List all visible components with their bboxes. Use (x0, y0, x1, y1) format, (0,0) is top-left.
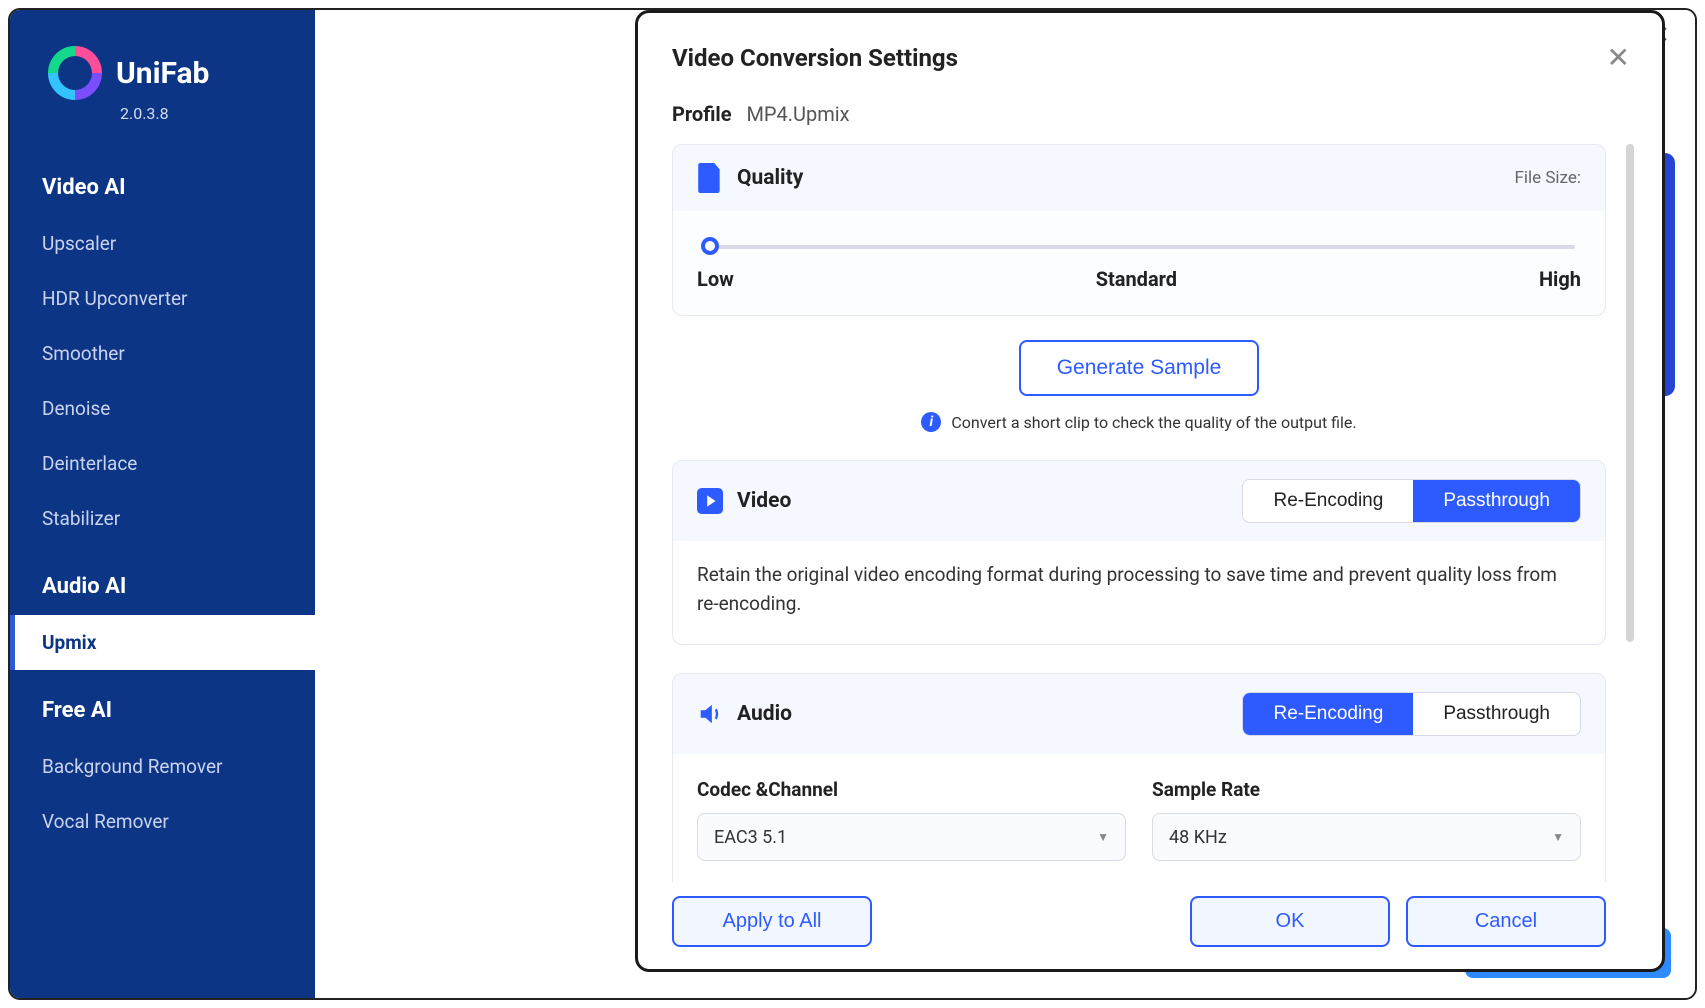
app-logo-icon (48, 46, 102, 100)
sidebar-item-upscaler[interactable]: Upscaler (10, 216, 315, 271)
app-version: 2.0.3.8 (10, 104, 315, 147)
sidebar: UniFab 2.0.3.8 Video AI Upscaler HDR Upc… (10, 10, 315, 998)
sidebar-item-background-remover[interactable]: Background Remover (10, 739, 315, 794)
nav-heading-video-ai: Video AI (10, 147, 315, 216)
app-name: UniFab (116, 56, 209, 91)
video-reencoding-button[interactable]: Re-Encoding (1243, 480, 1413, 522)
sidebar-item-deinterlace[interactable]: Deinterlace (10, 436, 315, 491)
samplerate-select[interactable]: 48 KHz ▼ (1152, 813, 1581, 861)
sidebar-item-stabilizer[interactable]: Stabilizer (10, 491, 315, 546)
profile-value: MP4.Upmix (746, 102, 849, 126)
quality-card: Quality File Size: Low Standard High (672, 144, 1606, 316)
chevron-down-icon: ▼ (1097, 830, 1109, 844)
audio-reencoding-button[interactable]: Re-Encoding (1243, 693, 1413, 735)
chevron-down-icon: ▼ (1552, 830, 1564, 844)
settings-modal: Video Conversion Settings ✕ Profile MP4.… (635, 10, 1665, 972)
sidebar-item-denoise[interactable]: Denoise (10, 381, 315, 436)
samplerate-label: Sample Rate (1152, 778, 1581, 801)
logo-row: UniFab (10, 34, 315, 110)
codec-value: EAC3 5.1 (714, 827, 787, 848)
generate-info-text: Convert a short clip to check the qualit… (951, 413, 1356, 432)
file-icon (697, 163, 723, 193)
quality-slider[interactable] (703, 245, 1575, 249)
app-frame: UniFab 2.0.3.8 Video AI Upscaler HDR Upc… (8, 8, 1697, 1000)
codec-select[interactable]: EAC3 5.1 ▼ (697, 813, 1126, 861)
video-description: Retain the original video encoding forma… (673, 541, 1605, 644)
audio-passthrough-button[interactable]: Passthrough (1413, 693, 1580, 735)
audio-icon (697, 699, 723, 729)
sidebar-item-smoother[interactable]: Smoother (10, 326, 315, 381)
scrollbar[interactable] (1626, 144, 1634, 642)
nav-heading-free-ai: Free AI (10, 670, 315, 739)
profile-label: Profile (672, 102, 732, 126)
sidebar-item-upmix[interactable]: Upmix (10, 615, 315, 670)
modal-title: Video Conversion Settings (672, 44, 958, 72)
generate-sample-button[interactable]: Generate Sample (1019, 340, 1260, 396)
audio-mode-toggle: Re-Encoding Passthrough (1242, 692, 1581, 736)
quality-heading: Quality (737, 166, 803, 190)
quality-low-label: Low (697, 267, 734, 291)
filesize-label: File Size: (1514, 168, 1581, 188)
sidebar-item-hdr-upconverter[interactable]: HDR Upconverter (10, 271, 315, 326)
audio-heading: Audio (737, 702, 792, 726)
apply-to-all-button[interactable]: Apply to All (672, 896, 872, 947)
audio-card: Audio Re-Encoding Passthrough Codec &Cha… (672, 673, 1606, 882)
cancel-button[interactable]: Cancel (1406, 896, 1606, 947)
video-card: Video Re-Encoding Passthrough Retain the… (672, 460, 1606, 645)
quality-standard-label: Standard (1096, 267, 1177, 291)
info-icon: i (921, 412, 941, 432)
video-passthrough-button[interactable]: Passthrough (1413, 480, 1580, 522)
bitrate-label: Bit Rate (697, 879, 1139, 882)
sidebar-item-vocal-remover[interactable]: Vocal Remover (10, 794, 315, 849)
ok-button[interactable]: OK (1190, 896, 1390, 947)
modal-footer: Apply to All OK Cancel (672, 896, 1640, 947)
quality-slider-thumb[interactable] (701, 237, 719, 255)
modal-close-icon[interactable]: ✕ (1597, 41, 1640, 74)
video-icon (697, 486, 723, 516)
samplerate-value: 48 KHz (1169, 827, 1227, 848)
codec-label: Codec &Channel (697, 778, 1126, 801)
nav-heading-audio-ai: Audio AI (10, 546, 315, 615)
video-mode-toggle: Re-Encoding Passthrough (1242, 479, 1581, 523)
quality-high-label: High (1539, 267, 1581, 291)
modal-scroll-area: Quality File Size: Low Standard High (672, 144, 1640, 882)
video-heading: Video (737, 489, 791, 513)
main-area: Ready to Start ✕ 5.1 0 ME Settings (315, 10, 1695, 998)
